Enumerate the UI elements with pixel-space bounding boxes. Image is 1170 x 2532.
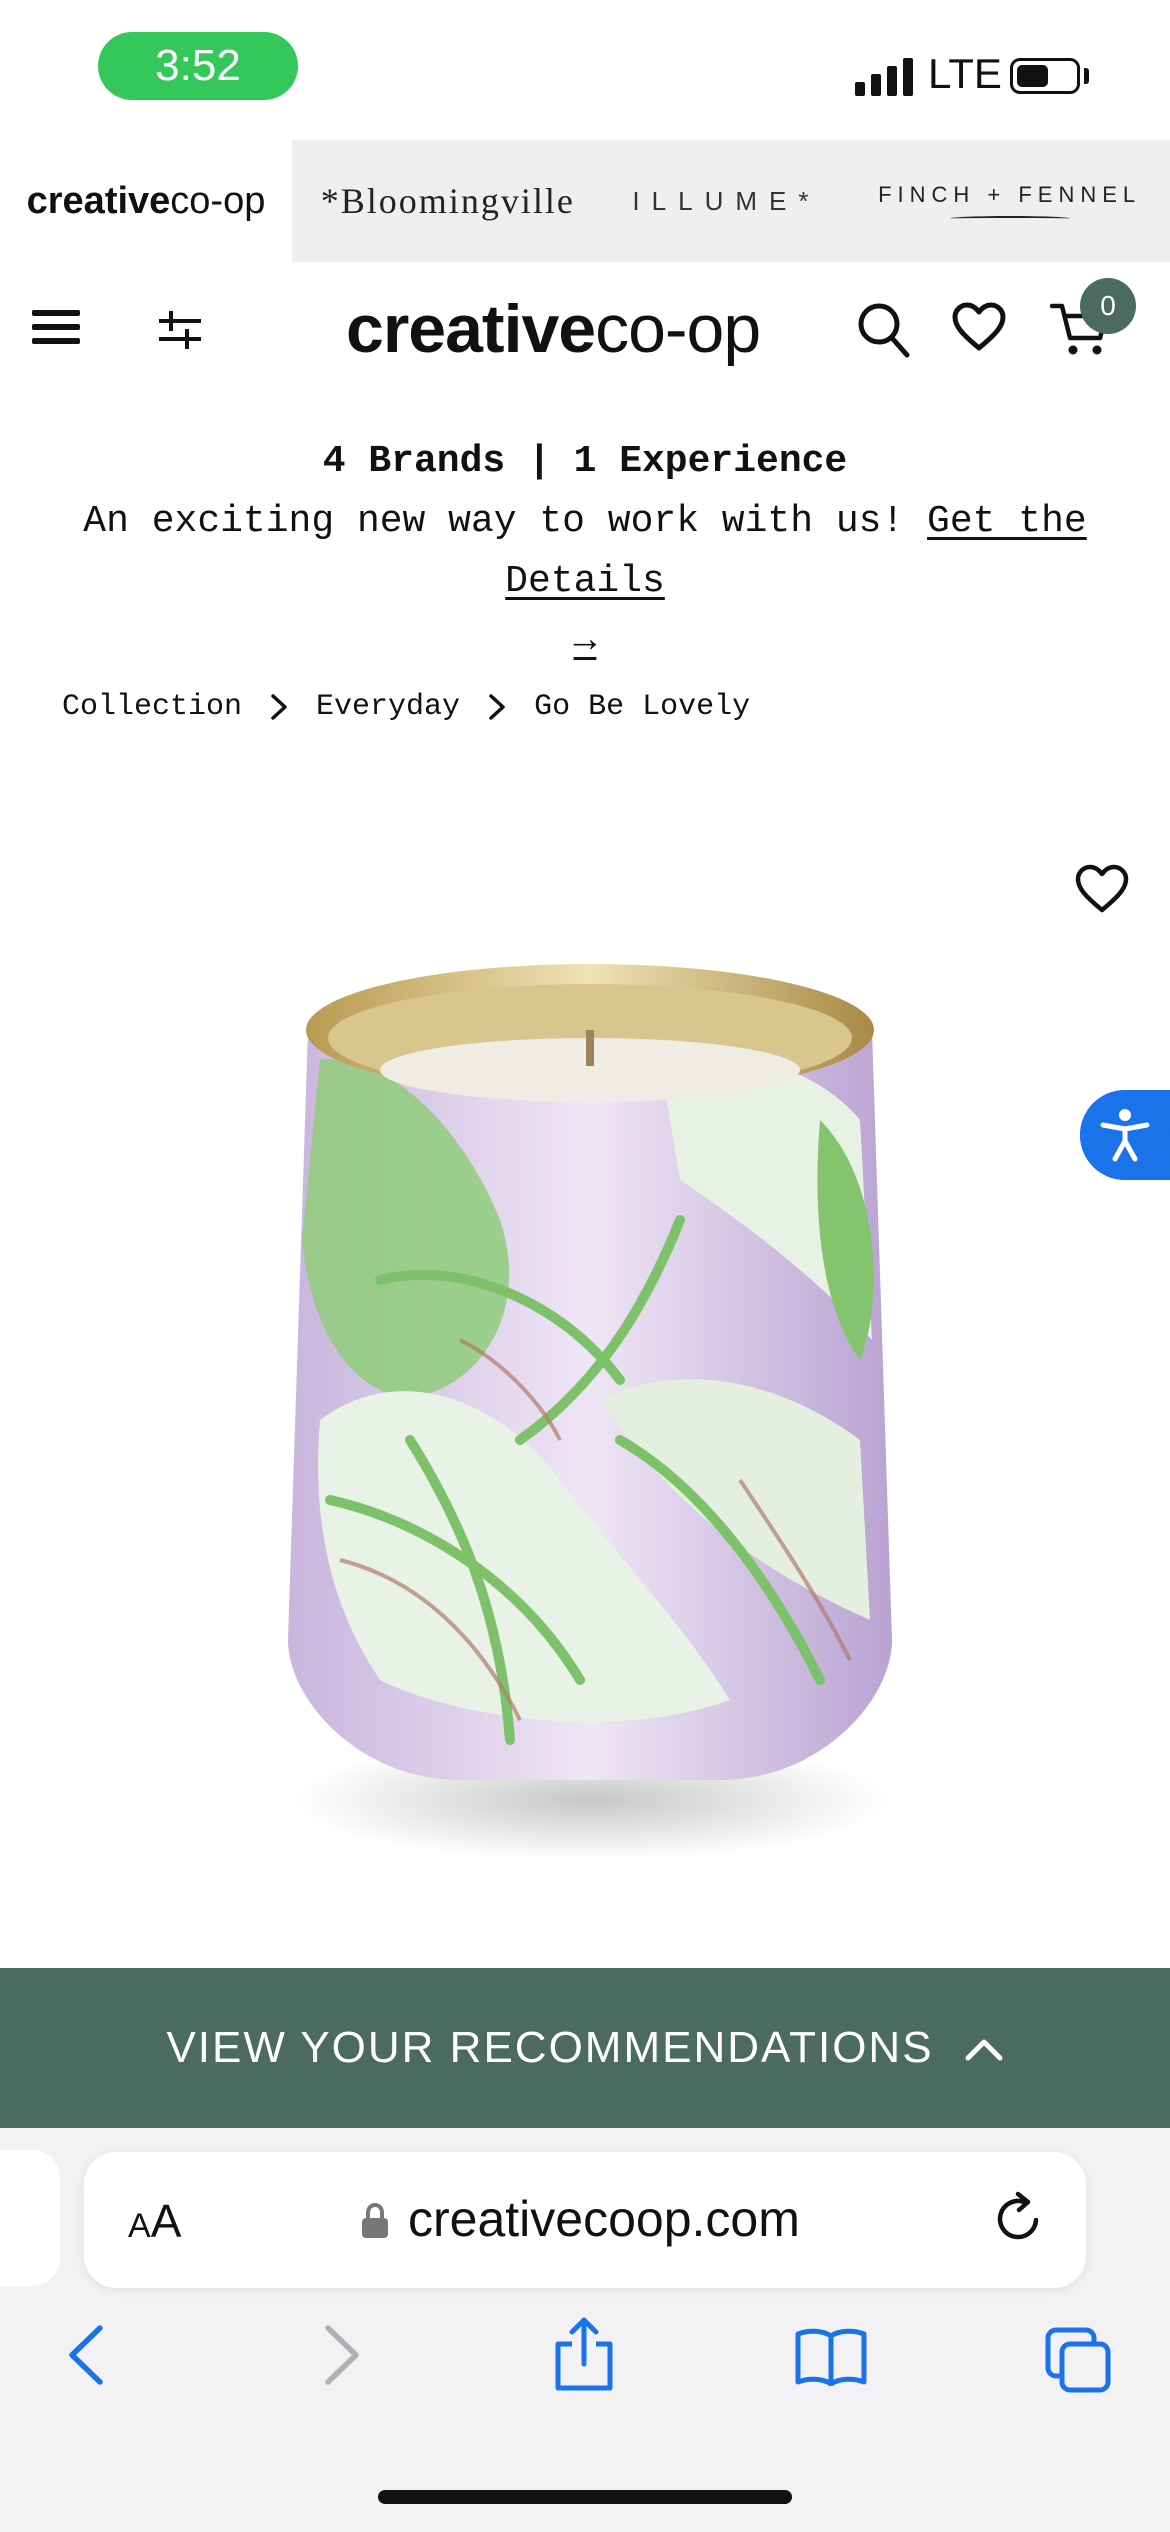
battery-icon [1010,58,1080,94]
logo-light: co-op [595,291,761,367]
reader-settings-button[interactable]: AA [128,2194,181,2248]
battery-cap [1084,68,1089,84]
brand-bloomingville[interactable]: *Bloomingville [321,180,575,222]
recommendations-label: VIEW YOUR RECOMMENDATIONS [166,2023,934,2072]
cart-count-badge: 0 [1080,278,1136,334]
aa-large: A [150,2195,182,2247]
breadcrumb-collection[interactable]: Collection [62,690,242,724]
site-logo[interactable]: creativeco-op [346,290,761,368]
brand-finch-swash [949,215,1070,221]
breadcrumb-current: Go Be Lovely [534,690,751,724]
chevron-right-icon [488,693,506,721]
filter-icon[interactable] [155,305,205,355]
search-icon[interactable] [855,300,911,365]
signal-icon [855,56,913,96]
reload-icon[interactable] [990,2190,1046,2251]
promo-arrow-link[interactable]: → [574,620,597,663]
brand-creative-light: co-op [170,179,266,222]
chevron-up-icon [964,2023,1004,2073]
back-icon[interactable] [64,2322,110,2393]
aa-small: A [128,2207,151,2245]
accessibility-icon [1080,1090,1170,1180]
brand-strip: creative co-op *Bloomingville ILLUME* FIN… [0,140,1170,262]
favorite-heart-icon[interactable] [1074,864,1130,919]
brand-illume[interactable]: ILLUME* [632,186,820,217]
url-text[interactable]: creativecoop.com [408,2190,800,2248]
heart-icon[interactable] [952,302,1006,357]
menu-icon[interactable] [32,310,80,350]
promo-title: 4 Brands | 1 Experience [322,440,848,483]
share-icon[interactable] [552,2316,616,2397]
candle-image [260,920,920,1945]
brand-finch-label: FINCH + FENNEL [878,181,1142,207]
bookmarks-icon[interactable] [794,2326,868,2391]
brand-creative-bold: creative [26,179,171,222]
status-time: 3:52 [98,32,298,100]
recommendations-bar[interactable]: VIEW YOUR RECOMMENDATIONS [0,1968,1170,2128]
network-label: LTE [928,50,1002,97]
previous-tab-peek[interactable] [0,2150,60,2286]
accessibility-widget[interactable] [1080,1090,1170,1180]
forward-icon[interactable] [318,2322,364,2393]
breadcrumb-everyday[interactable]: Everyday [316,690,460,724]
promo-text: An exciting new way to work with us! [83,500,905,543]
home-indicator [378,2490,792,2504]
brand-finch-fennel[interactable]: FINCH + FENNEL [878,182,1141,221]
brand-creative-coop[interactable]: creative co-op [0,140,292,262]
logo-bold: creative [346,291,596,367]
promo-banner: 4 Brands | 1 Experience An exciting new … [0,432,1170,672]
lock-icon [360,2202,390,2245]
chevron-right-icon [270,693,288,721]
breadcrumb: Collection Everyday Go Be Lovely [62,690,750,724]
tabs-icon[interactable] [1044,2326,1114,2399]
